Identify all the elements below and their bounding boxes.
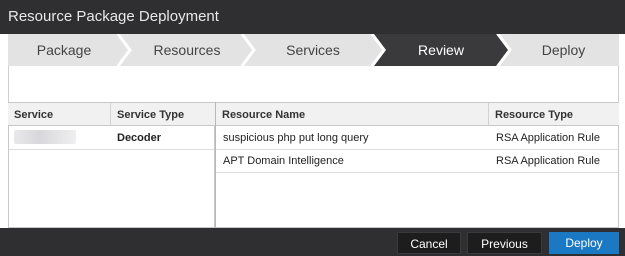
dialog-title: Resource Package Deployment: [0, 0, 625, 34]
column-header-resource-name[interactable]: Resource Name: [216, 102, 489, 126]
row-divider: [9, 149, 214, 150]
table-row-resource-type[interactable]: RSA Application Rule: [490, 126, 618, 150]
table-row-resource-type[interactable]: RSA Application Rule: [490, 149, 618, 173]
table-row-service-type[interactable]: Decoder: [111, 126, 215, 150]
step-resources[interactable]: Resources: [128, 34, 246, 66]
step-services[interactable]: Services: [253, 34, 373, 66]
column-header-service-type[interactable]: Service Type: [111, 102, 215, 126]
step-package[interactable]: Package: [8, 34, 120, 66]
wizard-steps: Package Resources Services Review Deploy: [8, 34, 619, 66]
cancel-button[interactable]: Cancel: [397, 232, 461, 254]
row-divider: [216, 172, 618, 173]
table-row-resource-name[interactable]: APT Domain Intelligence: [217, 149, 489, 173]
column-header-service[interactable]: Service: [8, 102, 111, 126]
service-name-redacted: [14, 130, 76, 144]
table-row-resource-name[interactable]: suspicious php put long query: [217, 126, 489, 150]
deploy-button[interactable]: Deploy: [549, 232, 619, 254]
step-review[interactable]: Review: [382, 34, 500, 66]
step-deploy[interactable]: Deploy: [508, 34, 619, 66]
resource-package-deployment-dialog: Resource Package Deployment Package Reso…: [0, 0, 625, 256]
previous-button[interactable]: Previous: [467, 232, 542, 254]
column-header-resource-type[interactable]: Resource Type: [489, 102, 619, 126]
